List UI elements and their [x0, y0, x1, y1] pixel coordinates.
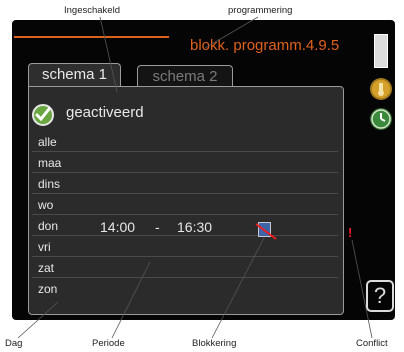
callout-lines	[17, 16, 373, 339]
